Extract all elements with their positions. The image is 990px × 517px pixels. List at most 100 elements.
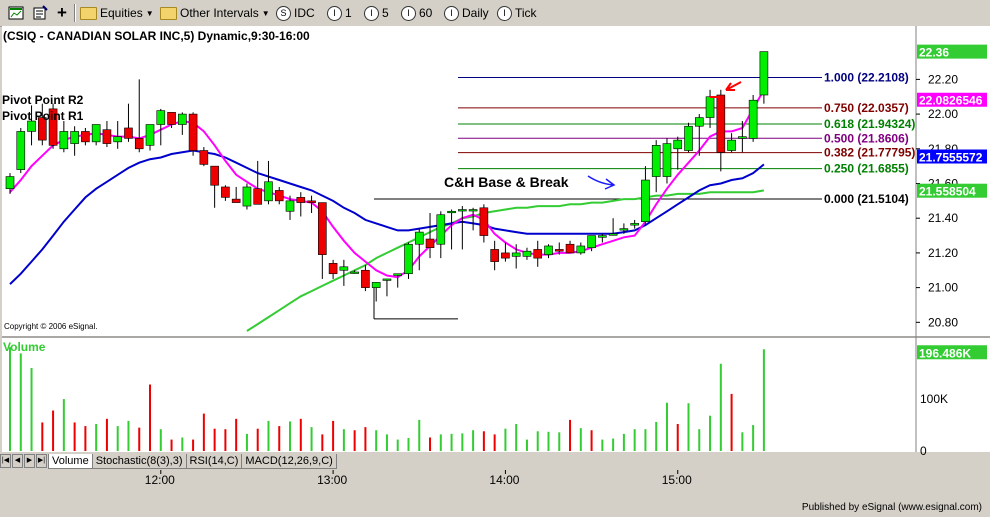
folder-icon bbox=[160, 6, 177, 20]
candle-body bbox=[436, 214, 446, 245]
time-tick-label: 14:00 bbox=[489, 473, 519, 487]
interval-icon: I bbox=[497, 5, 512, 21]
candle-body bbox=[694, 117, 704, 127]
last-icon[interactable]: ▶| bbox=[36, 454, 47, 468]
candle-body bbox=[511, 252, 521, 257]
fib-label: 0.618 (21.94324) bbox=[824, 117, 915, 131]
chart-icon[interactable] bbox=[8, 3, 24, 23]
candle-body bbox=[684, 125, 693, 151]
candle-body bbox=[328, 263, 338, 275]
candle-body bbox=[716, 94, 726, 153]
candle-body bbox=[113, 136, 122, 143]
symbol-icon: S bbox=[276, 5, 291, 21]
interval-button-idc[interactable]: S IDC bbox=[276, 3, 315, 23]
fib-label: 0.750 (22.0357) bbox=[824, 101, 909, 115]
volume-tick-label: 0 bbox=[920, 444, 927, 458]
candle-body bbox=[253, 188, 263, 205]
candle-body bbox=[102, 129, 112, 144]
candle-body bbox=[242, 186, 252, 207]
button-label: 1 bbox=[345, 6, 352, 20]
candle-body bbox=[145, 124, 155, 146]
pivot-label-r1: Pivot Point R1 bbox=[2, 109, 84, 123]
candle-body bbox=[738, 136, 747, 139]
candle-body bbox=[479, 207, 489, 236]
interval-button-60[interactable]: I 60 bbox=[401, 3, 432, 23]
button-label: 5 bbox=[382, 6, 389, 20]
candle-body bbox=[425, 238, 435, 249]
interval-icon: I bbox=[401, 5, 416, 21]
price-tag-text: 22.36 bbox=[919, 46, 949, 60]
candle-body bbox=[393, 273, 403, 276]
equities-label: Equities bbox=[100, 6, 143, 20]
tab-stochastic[interactable]: Stochastic(8(3),3) bbox=[91, 453, 187, 469]
candle-body bbox=[447, 210, 456, 214]
dropdown-arrow-icon: ▼ bbox=[145, 8, 154, 18]
candle-body bbox=[70, 131, 79, 144]
pivot-label-r2: Pivot Point R2 bbox=[2, 93, 84, 107]
intervals-dropdown[interactable]: Other Intervals ▼ bbox=[160, 3, 270, 23]
interval-icon: I bbox=[364, 5, 379, 21]
next-icon[interactable]: ▶ bbox=[24, 454, 35, 468]
candle-body bbox=[544, 245, 553, 255]
candle-body bbox=[231, 198, 241, 203]
tab-volume[interactable]: Volume bbox=[48, 453, 93, 469]
properties-icon[interactable] bbox=[32, 3, 48, 23]
candle-body bbox=[361, 269, 370, 288]
candle-body bbox=[662, 143, 672, 177]
button-label: Tick bbox=[515, 6, 537, 20]
indicator-tabs: |◀ ◀ ▶ ▶| Volume Stochastic(8(3),3) RSI(… bbox=[0, 453, 337, 469]
candle-body bbox=[522, 250, 532, 257]
candle-body bbox=[296, 197, 306, 203]
fib-label: 1.000 (22.2108) bbox=[824, 71, 909, 85]
candle-body bbox=[598, 235, 607, 238]
candle-body bbox=[533, 249, 543, 259]
candle-body bbox=[608, 233, 618, 236]
candle-body bbox=[587, 235, 596, 249]
candle-body bbox=[458, 209, 467, 212]
candle-body bbox=[705, 96, 715, 118]
candle-body bbox=[673, 139, 683, 150]
candle-body bbox=[350, 271, 359, 274]
price-tick-label: 22.20 bbox=[928, 72, 958, 86]
candle-body bbox=[630, 223, 639, 226]
candle-body bbox=[619, 228, 629, 231]
time-tick-label: 12:00 bbox=[145, 473, 175, 487]
published-by: Published by eSignal (www.esignal.com) bbox=[801, 502, 982, 513]
candle-body bbox=[221, 186, 230, 198]
candle-body bbox=[59, 131, 69, 150]
candle-body bbox=[748, 99, 758, 139]
interval-icon: I bbox=[444, 5, 459, 21]
price-tick-label: 20.80 bbox=[928, 315, 958, 329]
time-tick-label: 15:00 bbox=[662, 473, 692, 487]
interval-button-tick[interactable]: I Tick bbox=[497, 3, 537, 23]
annotation-text: C&H Base & Break bbox=[444, 174, 569, 190]
interval-button-5[interactable]: I 5 bbox=[364, 3, 389, 23]
price-tag-text: 21.7555572 bbox=[919, 151, 983, 165]
tab-rsi[interactable]: RSI(14,C) bbox=[185, 453, 243, 469]
interval-button-daily[interactable]: I Daily bbox=[444, 3, 489, 23]
tab-macd[interactable]: MACD(12,26,9,C) bbox=[241, 453, 337, 469]
prev-icon[interactable]: ◀ bbox=[12, 454, 23, 468]
candle-body bbox=[759, 51, 769, 96]
copyright: Copyright © 2006 eSignal. bbox=[4, 322, 98, 331]
time-ticks: 12:00 13:00 14:00 15:00 bbox=[145, 470, 692, 487]
candle-body bbox=[188, 113, 198, 151]
equities-dropdown[interactable]: Equities ▼ bbox=[80, 3, 154, 23]
candle-body bbox=[382, 278, 392, 281]
candle-body bbox=[468, 209, 478, 212]
interval-button-1[interactable]: I 1 bbox=[327, 3, 352, 23]
button-label: Daily bbox=[462, 6, 489, 20]
candle-body bbox=[264, 181, 273, 202]
fib-label: 0.000 (21.5104) bbox=[824, 192, 909, 206]
candle-body bbox=[285, 200, 295, 212]
candle-body bbox=[134, 138, 144, 150]
candle-body bbox=[199, 150, 209, 165]
candle-body bbox=[5, 176, 15, 190]
volume-label: Volume bbox=[3, 340, 46, 354]
volume-tag-text: 196.486K bbox=[919, 346, 971, 360]
price-tick-label: 21.20 bbox=[928, 246, 958, 260]
candle-body bbox=[490, 249, 499, 262]
add-icon[interactable]: + bbox=[57, 3, 67, 23]
candle-body bbox=[371, 282, 381, 288]
first-icon[interactable]: |◀ bbox=[0, 454, 11, 468]
